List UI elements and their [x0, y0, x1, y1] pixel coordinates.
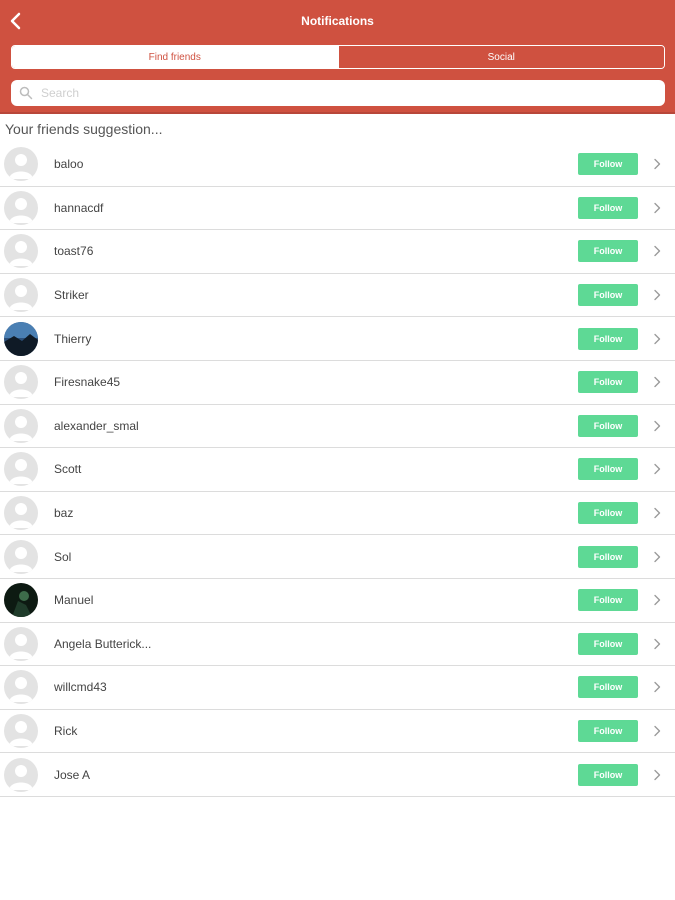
chevron-right-icon[interactable] — [651, 157, 663, 171]
avatar — [4, 496, 38, 531]
follow-button[interactable]: Follow — [578, 240, 638, 263]
chevron-right-icon[interactable] — [651, 550, 663, 564]
user-name: alexander_smal — [54, 418, 139, 433]
chevron-right-icon[interactable] — [651, 462, 663, 476]
user-name: Rick — [54, 724, 78, 739]
chevron-right-icon[interactable] — [651, 593, 663, 607]
follow-button[interactable]: Follow — [578, 327, 638, 350]
avatar — [4, 670, 38, 705]
chevron-right-icon[interactable] — [651, 288, 663, 302]
user-name: Jose A — [54, 767, 91, 782]
avatar — [4, 147, 38, 182]
chevron-right-icon[interactable] — [651, 768, 663, 782]
avatar — [4, 365, 38, 400]
follow-button[interactable]: Follow — [578, 196, 638, 219]
follow-button[interactable]: Follow — [578, 414, 638, 437]
avatar — [4, 234, 38, 269]
follow-button[interactable]: Follow — [578, 632, 638, 655]
page-title: Notifications — [301, 14, 374, 28]
avatar — [4, 757, 38, 792]
list-item[interactable]: Manuel Follow — [0, 579, 675, 623]
avatar — [4, 278, 38, 313]
user-name: toast76 — [54, 244, 94, 259]
user-name: Striker — [54, 288, 89, 303]
user-name: Firesnake45 — [54, 375, 121, 390]
chevron-right-icon[interactable] — [651, 724, 663, 738]
avatar — [4, 626, 38, 661]
follow-button[interactable]: Follow — [578, 371, 638, 394]
follow-button[interactable]: Follow — [578, 545, 638, 568]
tab-find-friends[interactable]: Find friends — [12, 46, 338, 68]
list-item[interactable]: Rick Follow — [0, 710, 675, 754]
follow-button[interactable]: Follow — [578, 153, 638, 176]
app-header: Notifications Find friends Social — [0, 0, 675, 114]
list-item[interactable]: baz Follow — [0, 492, 675, 536]
suggestion-list: baloo Follow hannacdf Follow toast76 Follow St… — [0, 143, 675, 797]
list-item[interactable]: hannacdf Follow — [0, 187, 675, 231]
avatar — [4, 583, 38, 618]
list-item[interactable]: baloo Follow — [0, 143, 675, 187]
follow-button[interactable]: Follow — [578, 720, 638, 743]
avatar — [4, 408, 38, 443]
user-name: Scott — [54, 462, 82, 477]
user-name: willcmd43 — [54, 680, 107, 695]
avatar — [4, 190, 38, 225]
search-icon — [19, 85, 35, 101]
avatar — [4, 321, 38, 356]
chevron-right-icon[interactable] — [651, 375, 663, 389]
follow-button[interactable]: Follow — [578, 458, 638, 481]
user-name: Angela Butterick... — [54, 636, 152, 651]
list-item[interactable]: willcmd43 Follow — [0, 666, 675, 710]
follow-button[interactable]: Follow — [578, 763, 638, 786]
search-bar[interactable] — [11, 80, 665, 106]
chevron-right-icon[interactable] — [651, 419, 663, 433]
list-item[interactable]: alexander_smal Follow — [0, 405, 675, 449]
tab-bar: Find friends Social — [11, 45, 665, 69]
section-title: Your friends suggestion... — [5, 121, 163, 137]
user-name: Manuel — [54, 593, 94, 608]
list-item[interactable]: Striker Follow — [0, 274, 675, 318]
tab-social[interactable]: Social — [337, 46, 664, 68]
user-name: hannacdf — [54, 200, 104, 215]
list-item[interactable]: toast76 Follow — [0, 230, 675, 274]
list-item[interactable]: Jose A Follow — [0, 753, 675, 797]
list-item[interactable]: Thierry Follow — [0, 317, 675, 361]
user-name: Sol — [54, 549, 72, 564]
avatar — [4, 714, 38, 749]
chevron-right-icon[interactable] — [651, 244, 663, 258]
chevron-right-icon[interactable] — [651, 637, 663, 651]
follow-button[interactable]: Follow — [578, 676, 638, 699]
chevron-right-icon[interactable] — [651, 201, 663, 215]
chevron-right-icon[interactable] — [651, 680, 663, 694]
follow-button[interactable]: Follow — [578, 284, 638, 307]
list-item[interactable]: Firesnake45 Follow — [0, 361, 675, 405]
search-input[interactable] — [41, 86, 641, 100]
chevron-right-icon[interactable] — [651, 506, 663, 520]
user-name: baz — [54, 506, 74, 521]
avatar — [4, 539, 38, 574]
user-name: baloo — [54, 157, 84, 172]
follow-button[interactable]: Follow — [578, 502, 638, 525]
avatar — [4, 452, 38, 487]
list-item[interactable]: Sol Follow — [0, 535, 675, 579]
follow-button[interactable]: Follow — [578, 589, 638, 612]
user-name: Thierry — [54, 331, 92, 346]
list-item[interactable]: Angela Butterick... Follow — [0, 623, 675, 667]
list-item[interactable]: Scott Follow — [0, 448, 675, 492]
chevron-right-icon[interactable] — [651, 332, 663, 346]
